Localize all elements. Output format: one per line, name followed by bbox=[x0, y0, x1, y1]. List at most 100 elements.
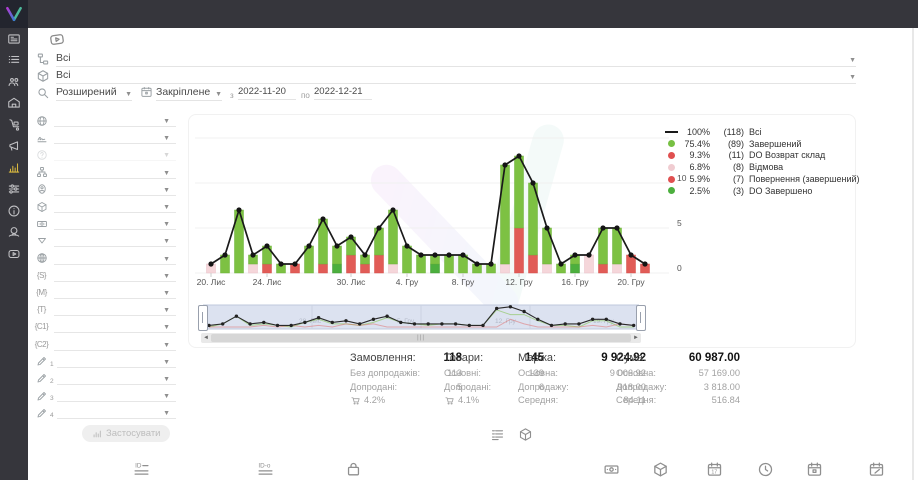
sidebar-item-supply-icon[interactable] bbox=[0, 114, 28, 136]
brand-logo[interactable] bbox=[0, 0, 28, 28]
vertical-scrollbar[interactable] bbox=[912, 28, 914, 480]
sidebar-item-settings-icon[interactable] bbox=[0, 179, 28, 201]
svg-text:17: 17 bbox=[711, 469, 717, 475]
product-icon[interactable] bbox=[652, 461, 669, 478]
topbar bbox=[0, 0, 918, 28]
time-icon[interactable] bbox=[757, 461, 774, 478]
product-filter-select[interactable]: Всі ▼ bbox=[56, 69, 856, 84]
legend-item[interactable]: 5.9%(7)Повернення (завершений) bbox=[664, 173, 860, 185]
status-filter-value: Всі bbox=[56, 52, 71, 64]
filter-select[interactable]: ▼ bbox=[57, 355, 176, 368]
filter-select[interactable]: ▼ bbox=[57, 406, 176, 419]
tag-label: {C1} bbox=[34, 322, 49, 331]
analytics-icon bbox=[7, 161, 21, 175]
filter-select[interactable]: ▼ bbox=[54, 114, 176, 127]
filter-select[interactable]: ▼ bbox=[54, 303, 176, 316]
legend-pct: 6.8% bbox=[682, 162, 710, 172]
orders-chart[interactable] bbox=[195, 121, 675, 289]
sidebar-item-info-icon[interactable] bbox=[0, 200, 28, 222]
filter-row-pencil-2: 2▼ bbox=[34, 370, 176, 387]
orders-icon bbox=[7, 53, 21, 67]
filter-row-signature-icon: ▼ bbox=[34, 129, 176, 146]
sidebar-item-orders-icon[interactable] bbox=[0, 50, 28, 72]
statuses-icon bbox=[36, 52, 50, 66]
apply-button[interactable]: Застосувати bbox=[82, 425, 170, 442]
legend-item[interactable]: 9.3%(11)DO Возврат склад bbox=[664, 150, 860, 162]
filter-select[interactable]: ▼ bbox=[54, 286, 176, 299]
filter-select[interactable]: ▼ bbox=[54, 320, 176, 333]
filter-select[interactable]: ▼ bbox=[54, 183, 176, 196]
sidebar-item-video-icon[interactable] bbox=[0, 243, 28, 265]
horizontal-scrollbar[interactable]: ◄ ||| ► bbox=[201, 333, 641, 343]
legend-item[interactable]: 100%(118)Всі bbox=[664, 126, 860, 138]
id-external-icon[interactable]: ID-o bbox=[257, 461, 274, 478]
video-tutorial-button[interactable] bbox=[45, 30, 69, 50]
date-created-icon[interactable]: 17 bbox=[706, 461, 723, 478]
navigator-handle-left[interactable] bbox=[198, 305, 208, 331]
chevron-down-icon: ▼ bbox=[163, 135, 170, 142]
filter-select[interactable]: ▼ bbox=[54, 200, 176, 213]
date-from-value: 2022-11-20 bbox=[238, 86, 286, 97]
cart-icon bbox=[444, 395, 455, 406]
date-to-value: 2022-12-21 bbox=[314, 86, 363, 97]
filter-select[interactable]: ▼ bbox=[57, 372, 176, 385]
sidebar-item-marketing-icon[interactable] bbox=[0, 136, 28, 158]
chevron-down-icon: ▼ bbox=[163, 204, 170, 211]
scroll-right-icon[interactable]: ► bbox=[631, 333, 641, 343]
filter-select[interactable]: ▼ bbox=[54, 131, 176, 144]
legend-dot-marker bbox=[664, 152, 678, 159]
legend-pct: 9.3% bbox=[682, 150, 710, 160]
date-delivery-icon[interactable] bbox=[806, 461, 823, 478]
sidebar-item-clients-icon[interactable] bbox=[0, 71, 28, 93]
payment-icon[interactable] bbox=[603, 461, 620, 478]
filter-select[interactable]: ▼ bbox=[54, 252, 176, 265]
scroll-left-icon[interactable]: ◄ bbox=[201, 333, 211, 343]
chevron-down-icon: ▼ bbox=[163, 273, 170, 280]
filter-row-person-pin-icon: ▼ bbox=[34, 181, 176, 198]
tag-label: {T} bbox=[34, 305, 49, 314]
legend-item[interactable]: 75.4%(89)Завершений bbox=[664, 138, 860, 150]
pencil-index: 2 bbox=[50, 378, 54, 385]
filter-select[interactable]: ▼ bbox=[54, 269, 176, 282]
filter-row-cube-icon: ▼ bbox=[34, 198, 176, 215]
sidebar-item-analytics-icon[interactable] bbox=[0, 157, 28, 179]
legend-count: (7) bbox=[717, 174, 744, 184]
sidebar-item-warehouse-icon[interactable] bbox=[0, 93, 28, 115]
svg-text:ID: ID bbox=[135, 463, 142, 470]
bag-icon[interactable] bbox=[345, 461, 362, 478]
status-filter-select[interactable]: Всі ▼ bbox=[56, 52, 856, 67]
date-updated-icon[interactable] bbox=[868, 461, 885, 478]
scrollbar-grip-icon: ||| bbox=[417, 334, 425, 341]
legend-item[interactable]: 2.5%(3)DO Завершено bbox=[664, 185, 860, 197]
sitemap-icon bbox=[34, 166, 49, 179]
filter-select[interactable]: ▼ bbox=[54, 166, 176, 179]
id-order-icon[interactable]: ID bbox=[133, 461, 150, 478]
filter-select[interactable]: ▼ bbox=[54, 217, 176, 230]
chevron-down-icon: ▼ bbox=[163, 170, 170, 177]
navigator-handle-right[interactable] bbox=[636, 305, 646, 331]
chart-navigator[interactable]: 28. Лис5. Гру12. Гру19. Гру bbox=[203, 304, 639, 330]
list-view-icon[interactable] bbox=[490, 427, 505, 442]
filter-select[interactable]: ▼ bbox=[54, 234, 176, 247]
chevron-down-icon: ▼ bbox=[163, 152, 170, 159]
stats-row-value: 3 818.00 bbox=[704, 381, 740, 395]
legend-item[interactable]: 6.8%(8)Відмова bbox=[664, 161, 860, 173]
date-to-input[interactable]: 2022-12-21 bbox=[314, 86, 372, 100]
filter-select: ▼ bbox=[54, 148, 176, 161]
signature-icon bbox=[34, 131, 49, 144]
legend-pct: 5.9% bbox=[682, 174, 710, 184]
period-mode-select[interactable]: Закріплене ▼ bbox=[156, 86, 222, 101]
filter-select[interactable]: ▼ bbox=[54, 338, 176, 351]
date-from-input[interactable]: 2022-11-20 bbox=[238, 86, 296, 100]
marketing-icon bbox=[7, 139, 21, 153]
legend-label: Завершений bbox=[749, 139, 801, 149]
video-icon bbox=[7, 247, 21, 261]
product-view-icon[interactable] bbox=[518, 427, 533, 442]
search-mode-select[interactable]: Розширений ▼ bbox=[56, 86, 132, 101]
sidebar-item-partners-icon[interactable] bbox=[0, 222, 28, 244]
tag-label: {M} bbox=[34, 288, 49, 297]
sidebar-item-news-icon[interactable] bbox=[0, 28, 28, 50]
globe-grid-icon bbox=[34, 252, 49, 265]
filter-select[interactable]: ▼ bbox=[57, 389, 176, 402]
funnel-icon bbox=[34, 234, 49, 247]
